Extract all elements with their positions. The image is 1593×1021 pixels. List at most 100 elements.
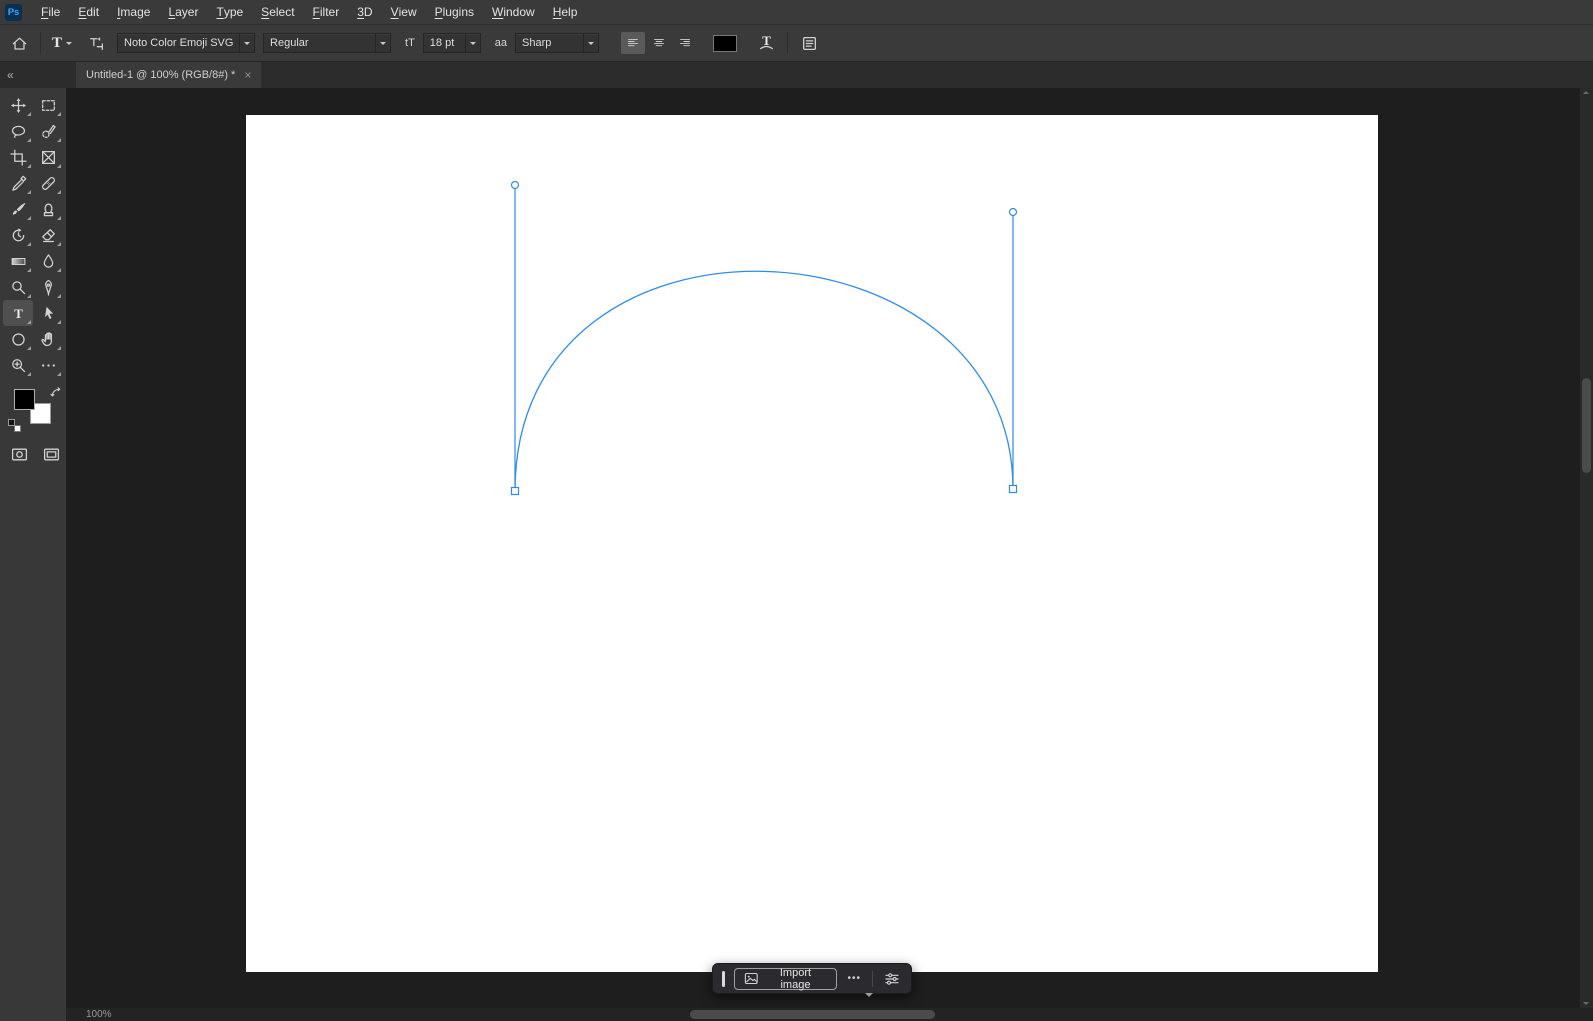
font-family-select[interactable]: Noto Color Emoji SVG xyxy=(117,33,255,53)
font-family-value: Noto Color Emoji SVG xyxy=(118,37,239,49)
blur-drop-icon xyxy=(40,253,57,270)
home-icon xyxy=(11,35,28,52)
marquee-icon xyxy=(40,97,57,114)
eraser-tool[interactable] xyxy=(33,222,63,248)
align-center-button[interactable] xyxy=(647,32,671,54)
type-tool-icon: T xyxy=(52,35,62,52)
collapse-bar-chevron-icon[interactable] xyxy=(865,993,873,1001)
eyedropper-icon xyxy=(10,175,27,192)
document-tab[interactable]: Untitled-1 @ 100% (RGB/8#) * × xyxy=(76,62,261,88)
edit-toolbar-button[interactable] xyxy=(33,352,63,378)
mini-background-swatch xyxy=(14,425,21,432)
gradient-icon xyxy=(10,253,27,270)
blur-tool[interactable] xyxy=(33,248,63,274)
more-options-button[interactable]: ••• xyxy=(846,973,864,984)
font-size-select[interactable]: 18 pt xyxy=(423,33,481,53)
history-brush-icon xyxy=(10,227,27,244)
menu-image[interactable]: Image xyxy=(108,0,159,24)
chevron-down-icon[interactable] xyxy=(239,34,254,52)
quick-selection-tool[interactable] xyxy=(33,118,63,144)
dodge-tool[interactable] xyxy=(3,274,33,300)
type-tool[interactable]: T xyxy=(3,300,33,326)
menu-help[interactable]: Help xyxy=(544,0,587,24)
drag-handle[interactable] xyxy=(722,971,725,987)
svg-text:T: T xyxy=(14,306,23,320)
menu-edit[interactable]: Edit xyxy=(69,0,108,24)
history-brush-tool[interactable] xyxy=(3,222,33,248)
foreground-color-swatch[interactable] xyxy=(14,389,35,410)
crop-icon xyxy=(10,149,27,166)
anti-alias-value: Sharp xyxy=(516,37,583,49)
menu-bar: Ps File Edit Image Layer Type Select Fil… xyxy=(0,0,1593,24)
move-tool[interactable] xyxy=(3,92,33,118)
default-colors-icon[interactable] xyxy=(8,419,21,432)
menu-filter[interactable]: Filter xyxy=(304,0,349,24)
zoom-tool[interactable] xyxy=(3,352,33,378)
frame-tool[interactable] xyxy=(33,144,63,170)
lasso-icon xyxy=(10,123,27,140)
healing-brush-tool[interactable] xyxy=(33,170,63,196)
home-button[interactable] xyxy=(6,30,32,56)
menu-type[interactable]: Type xyxy=(207,0,252,24)
menu-file[interactable]: File xyxy=(32,0,69,24)
tool-panel-bottom xyxy=(10,446,66,463)
menu-layer[interactable]: Layer xyxy=(159,0,207,24)
sliders-icon xyxy=(884,971,900,987)
vertical-scroll-thumb[interactable] xyxy=(1582,378,1591,473)
panels-icon xyxy=(801,35,818,52)
document-canvas[interactable] xyxy=(246,115,1378,972)
anti-alias-icon: aa xyxy=(495,37,507,49)
scroll-up-icon[interactable] xyxy=(1583,91,1589,94)
rectangular-marquee-tool[interactable] xyxy=(33,92,63,118)
align-left-button[interactable] xyxy=(621,32,645,54)
font-style-value: Regular xyxy=(264,37,375,49)
screen-mode-button[interactable] xyxy=(42,446,61,463)
color-widget xyxy=(6,386,66,432)
import-image-button[interactable]: Import image xyxy=(734,968,837,990)
photoshop-logo-icon: Ps xyxy=(5,4,22,21)
text-color-swatch[interactable] xyxy=(713,35,737,52)
path-selection-icon xyxy=(40,305,57,322)
scroll-down-icon[interactable] xyxy=(1583,1002,1589,1005)
gradient-tool[interactable] xyxy=(3,248,33,274)
eraser-icon xyxy=(40,227,57,244)
properties-button[interactable] xyxy=(882,971,902,987)
crop-tool[interactable] xyxy=(3,144,33,170)
quick-mask-button[interactable] xyxy=(10,446,29,463)
menu-window[interactable]: Window xyxy=(483,0,544,24)
menu-view[interactable]: View xyxy=(382,0,426,24)
text-orientation-button[interactable] xyxy=(83,30,109,56)
path-selection-tool[interactable] xyxy=(33,300,63,326)
toggle-panels-button[interactable] xyxy=(796,30,822,56)
menu-plugins[interactable]: Plugins xyxy=(426,0,483,24)
pen-tool[interactable] xyxy=(33,274,63,300)
anti-alias-select[interactable]: Sharp xyxy=(515,33,599,53)
warp-text-button[interactable]: T xyxy=(753,30,779,56)
hand-tool[interactable] xyxy=(33,326,63,352)
font-style-select[interactable]: Regular xyxy=(263,33,391,53)
chevron-down-icon[interactable] xyxy=(375,34,390,52)
eyedropper-tool[interactable] xyxy=(3,170,33,196)
collapse-tool-panel-button[interactable]: « xyxy=(0,62,66,88)
swap-colors-icon[interactable] xyxy=(50,386,63,399)
align-center-icon xyxy=(653,35,665,51)
type-tool-preset-button[interactable]: T xyxy=(49,30,75,56)
close-tab-icon[interactable]: × xyxy=(244,68,251,82)
chevron-down-icon[interactable] xyxy=(583,34,598,52)
menu-3d[interactable]: 3D xyxy=(348,0,381,24)
ellipse-tool[interactable] xyxy=(3,326,33,352)
vertical-scrollbar[interactable] xyxy=(1580,88,1593,1008)
divider xyxy=(872,971,873,987)
menu-select[interactable]: Select xyxy=(252,0,303,24)
clone-stamp-tool[interactable] xyxy=(33,196,63,222)
chevron-down-icon[interactable] xyxy=(465,34,480,52)
warp-text-icon: T xyxy=(758,35,775,52)
align-right-button[interactable] xyxy=(673,32,697,54)
scrollbar-corner xyxy=(1580,1008,1593,1021)
lasso-tool[interactable] xyxy=(3,118,33,144)
horizontal-scroll-thumb[interactable] xyxy=(690,1010,935,1019)
brush-tool[interactable] xyxy=(3,196,33,222)
zoom-icon xyxy=(10,357,27,374)
type-icon: T xyxy=(10,305,27,322)
screen-mode-icon xyxy=(42,446,61,463)
